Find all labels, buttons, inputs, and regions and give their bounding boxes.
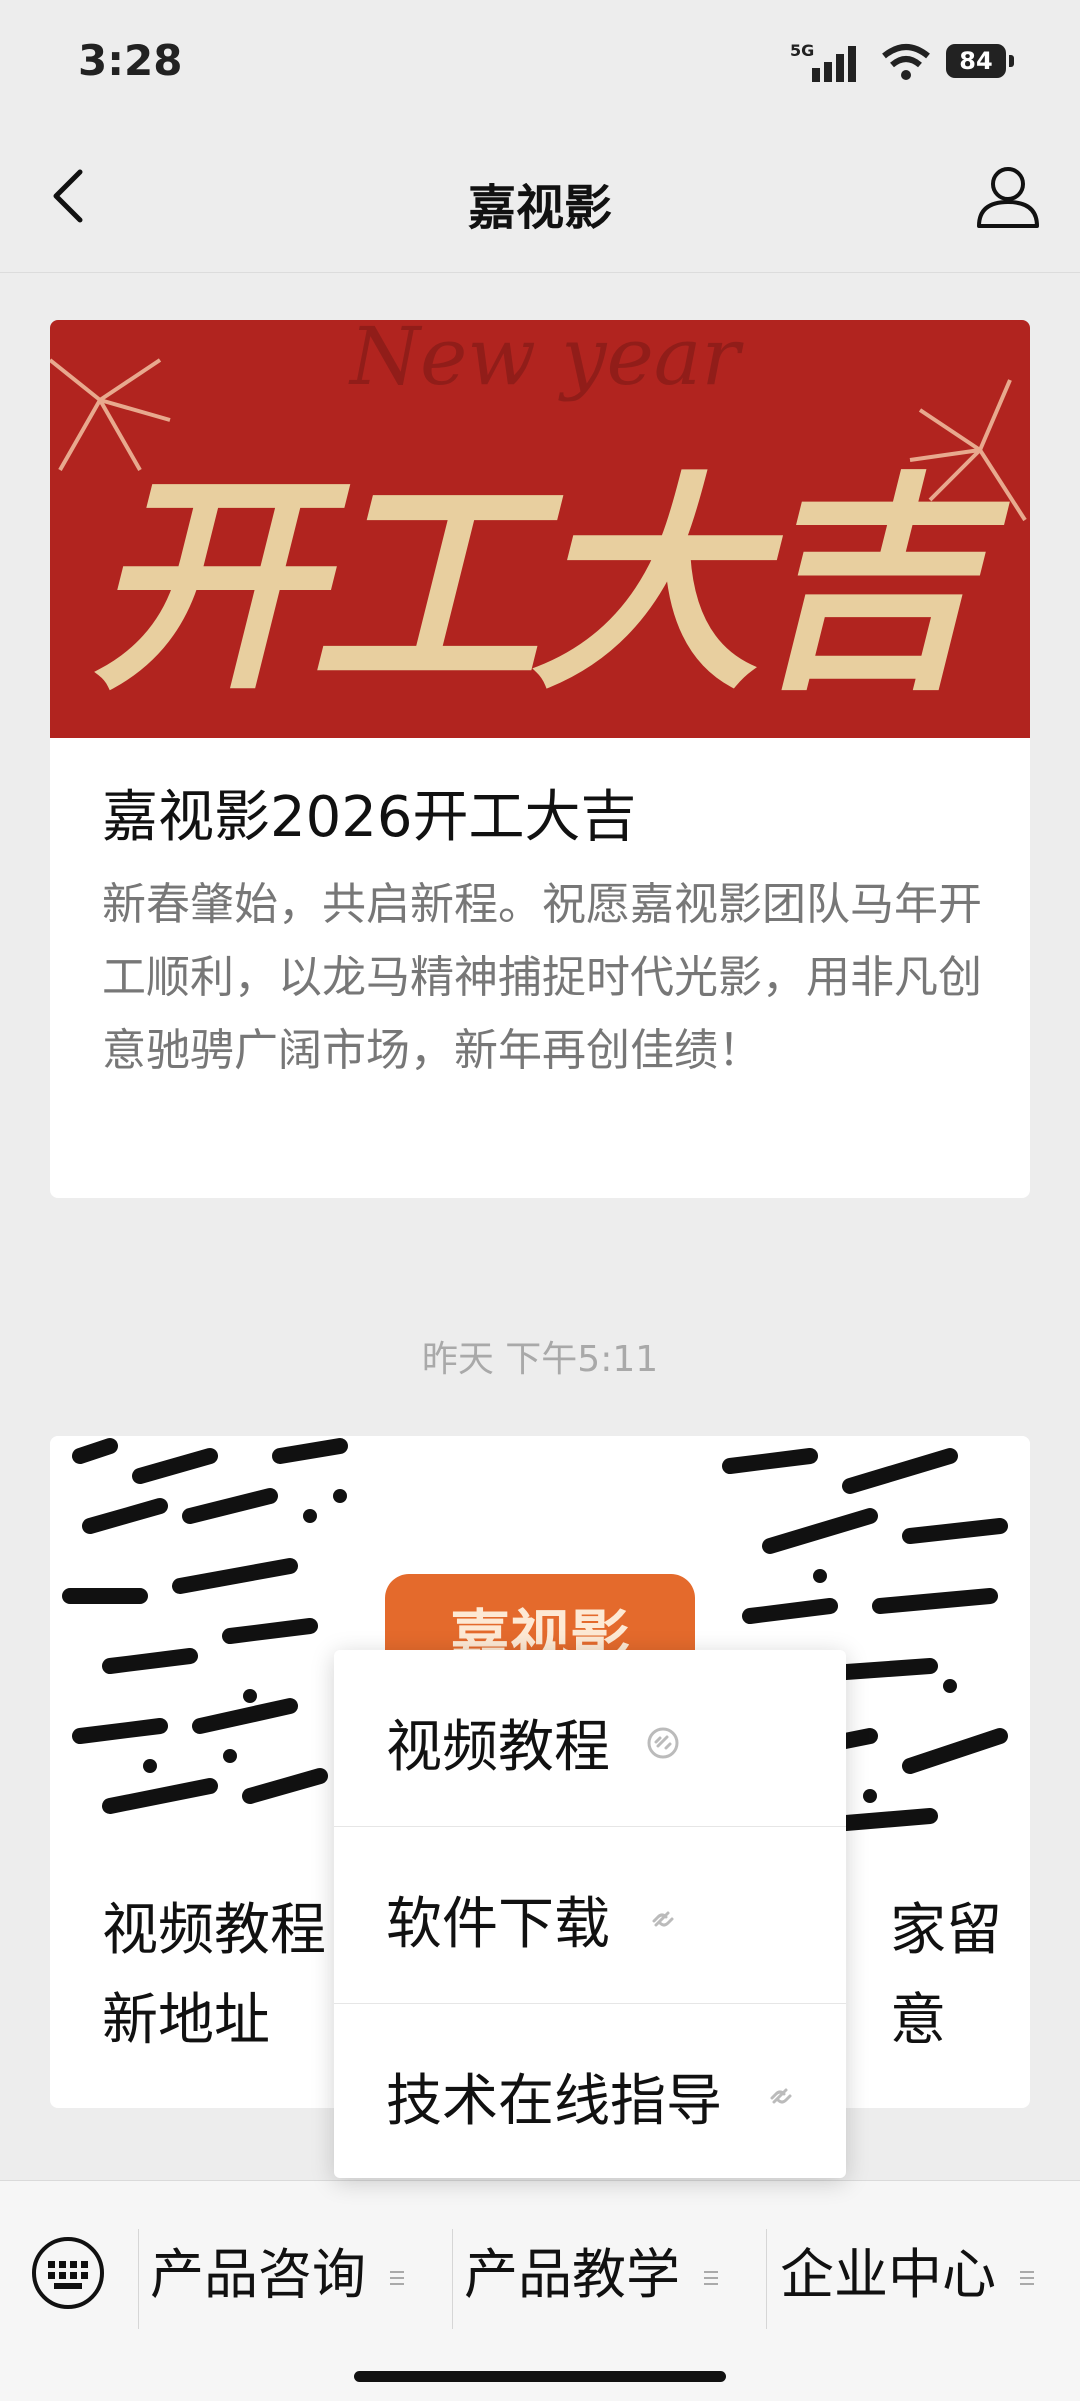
menu-item-software-download[interactable]: 软件下载 bbox=[334, 1827, 846, 2004]
keyboard-icon[interactable] bbox=[30, 2235, 106, 2311]
message-timestamp: 昨天 下午5:11 bbox=[421, 1339, 659, 1380]
submenu-icon bbox=[704, 2271, 718, 2286]
status-time: 3:28 bbox=[78, 36, 183, 85]
article-2-title-tail: 家留意 bbox=[890, 1898, 1002, 2053]
menu-item-online-support[interactable]: 技术在线指导 bbox=[334, 2004, 846, 2180]
tab-label: 企业中心 bbox=[780, 2243, 996, 2306]
tab-divider bbox=[452, 2229, 453, 2329]
tab-label: 产品咨询 bbox=[150, 2243, 366, 2306]
article-card[interactable]: New year 开工大吉 嘉视影2026开工大吉 新春肇始，共启新程。祝愿嘉视… bbox=[50, 320, 1030, 1198]
tab-divider bbox=[766, 2229, 767, 2329]
article-title: 嘉视影2026开工大吉 bbox=[102, 785, 637, 850]
popup-menu: 视频教程 软件下载 技术在线指导 bbox=[334, 1650, 846, 2178]
home-indicator[interactable] bbox=[354, 2371, 726, 2382]
tab-divider bbox=[138, 2229, 139, 2329]
banner-headline: 开工大吉 bbox=[90, 451, 980, 721]
link-icon bbox=[647, 1727, 679, 1759]
submenu-icon bbox=[1020, 2271, 1034, 2286]
profile-icon[interactable] bbox=[974, 162, 1042, 230]
nav-bar: 嘉视影 bbox=[0, 120, 1080, 273]
submenu-icon bbox=[390, 2271, 404, 2286]
link-icon bbox=[652, 1911, 674, 1927]
article-banner-image: New year 开工大吉 bbox=[50, 320, 1030, 738]
wifi-icon bbox=[882, 44, 930, 80]
network-type: 5G bbox=[790, 41, 814, 60]
menu-item-label: 技术在线指导 bbox=[386, 2069, 722, 2134]
bottom-menu-bar: 产品咨询 产品教学 企业中心 bbox=[0, 2180, 1080, 2401]
status-bar: 3:28 5G 84 bbox=[0, 0, 1080, 120]
menu-item-video-tutorial[interactable]: 视频教程 bbox=[334, 1650, 846, 1827]
tab-label: 产品教学 bbox=[464, 2243, 680, 2306]
cellular-signal-icon: 5G bbox=[790, 41, 856, 82]
battery-indicator: 84 bbox=[946, 44, 1014, 78]
menu-item-label: 视频教程 bbox=[386, 1715, 610, 1780]
link-icon bbox=[770, 2088, 792, 2104]
article-description: 新春肇始，共启新程。祝愿嘉视影团队马年开工顺利，以龙马精神捕捉时代光影，用非凡创… bbox=[102, 879, 982, 1076]
banner-subtitle: New year bbox=[350, 320, 740, 403]
tab-enterprise-center[interactable]: 企业中心 bbox=[780, 2227, 1036, 2323]
page-title: 嘉视影 bbox=[467, 180, 612, 236]
menu-item-label: 软件下载 bbox=[386, 1892, 610, 1957]
tab-product-teaching[interactable]: 产品教学 bbox=[464, 2227, 720, 2323]
tab-product-consult[interactable]: 产品咨询 bbox=[150, 2227, 406, 2323]
article-2-title-end: 新地址 bbox=[102, 1988, 270, 2053]
article-2-title-start: 视频教程 bbox=[102, 1898, 326, 1963]
